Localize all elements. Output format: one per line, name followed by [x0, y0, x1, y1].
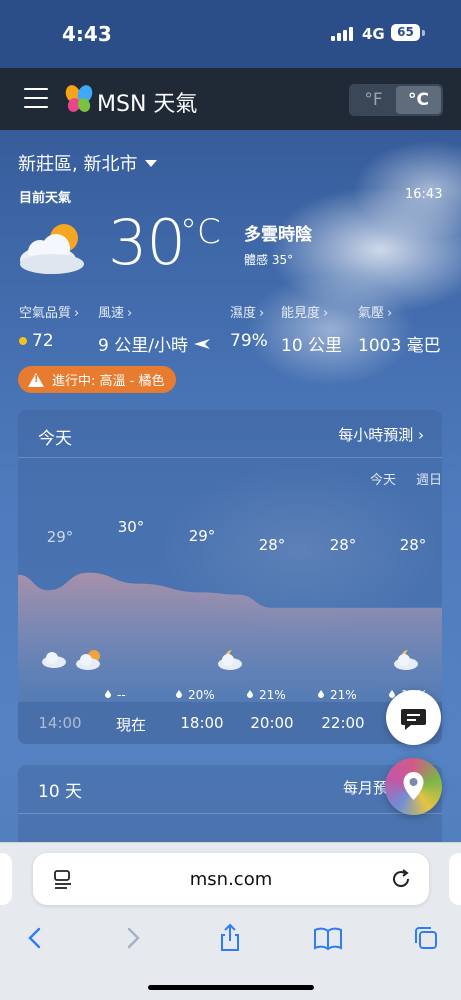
metric-air-quality[interactable]: 空氣品質 › 72: [19, 302, 79, 351]
unit-celsius-button[interactable]: °C: [396, 86, 441, 114]
url-text: msn.com: [189, 869, 273, 890]
temperature-area: [18, 572, 442, 702]
battery-cap: [422, 30, 425, 36]
tabs-icon[interactable]: [411, 923, 441, 953]
temperature-label: 29°: [47, 528, 74, 546]
temperature-label: 28°: [400, 536, 427, 554]
chevron-right-icon: ›: [418, 426, 424, 444]
app-header: MSN 天氣 °F °C: [0, 68, 461, 130]
unit-toggle[interactable]: °F °C: [349, 84, 443, 116]
alert-text: 進行中: 高溫 - 橘色: [52, 374, 165, 389]
reload-icon[interactable]: [389, 867, 413, 891]
chevron-down-icon: [145, 159, 158, 167]
precip-label: 21%: [330, 688, 357, 702]
unit-fahrenheit-button[interactable]: °F: [351, 86, 396, 114]
chevron-right-icon: ›: [323, 306, 329, 321]
temperature-label: 28°: [259, 536, 286, 554]
precip-label: --: [117, 688, 126, 702]
ten-day-title: 10 天: [38, 782, 83, 802]
temperature-label: 29°: [189, 527, 216, 545]
current-weather-label: 目前天氣: [19, 191, 72, 206]
hour-label: 22:00: [321, 714, 365, 732]
chat-icon: [401, 709, 426, 730]
metric-value: 1003 毫巴: [358, 336, 441, 356]
metric-label: 濕度: [230, 306, 257, 321]
feedback-button[interactable]: [386, 690, 441, 745]
temperature-label: 30°: [118, 518, 145, 536]
back-icon[interactable]: [20, 923, 50, 953]
browser-toolbar: [0, 919, 461, 959]
hour-label: 18:00: [180, 714, 224, 732]
status-time: 4:43: [62, 22, 112, 46]
metric-value: 72: [32, 331, 54, 351]
chevron-right-icon: ›: [74, 306, 80, 321]
signal-icon: [331, 27, 353, 41]
metric-wind[interactable]: 風速 › 9 公里/小時: [98, 302, 211, 356]
divider: [18, 813, 442, 814]
chevron-right-icon: ›: [259, 306, 265, 321]
metric-label: 能見度: [281, 306, 321, 321]
precip-label: 20%: [188, 688, 215, 702]
today-forecast-card: 今天 每小時預測 › 今天 週日 29° 30° 29° 28° 28° 28° -- 20%…: [18, 410, 442, 744]
feels-like: 體感 35°: [244, 253, 294, 267]
home-indicator: [148, 985, 314, 990]
metric-value: 9 公里/小時: [98, 336, 188, 356]
metric-value: 79%: [230, 331, 268, 351]
next-tab[interactable]: [449, 853, 461, 905]
chevron-right-icon: ›: [387, 306, 393, 321]
hour-label: 現在: [115, 716, 146, 734]
msn-logo-icon: [65, 85, 93, 112]
precip-label: 21%: [259, 688, 286, 702]
forward-icon[interactable]: [118, 923, 148, 953]
metric-value: 10 公里: [281, 336, 343, 356]
metric-label: 風速: [98, 306, 125, 321]
current-temperature: 30: [108, 206, 186, 279]
temperature-label: 28°: [330, 536, 357, 554]
hour-label: 14:00: [38, 714, 82, 732]
aqi-dot-icon: [19, 337, 27, 345]
monthly-forecast-link[interactable]: 每月預: [343, 777, 388, 798]
location-selector[interactable]: 新莊區, 新北市: [18, 150, 158, 176]
today-title: 今天: [38, 429, 72, 449]
address-bar[interactable]: msn.com: [33, 853, 429, 905]
link-label: 每小時預測: [338, 426, 414, 444]
map-button[interactable]: [385, 758, 442, 815]
temperature-unit: °C: [180, 212, 221, 252]
hourly-forecast-link[interactable]: 每小時預測 ›: [338, 424, 424, 445]
share-icon[interactable]: [215, 923, 245, 953]
metric-humidity[interactable]: 濕度 › 79%: [230, 302, 268, 351]
weather-alert-badge[interactable]: 進行中: 高溫 - 橘色: [18, 366, 177, 393]
warning-icon: [28, 372, 44, 387]
metric-label: 氣壓: [358, 306, 385, 321]
card-header: 今天 每小時預測 ›: [18, 410, 442, 458]
metric-label: 空氣品質: [19, 306, 72, 321]
location-pin-icon: [403, 772, 424, 800]
hours-row: 14:00 現在 18:00 20:00 22:00: [18, 702, 442, 744]
battery-icon: 65: [391, 24, 420, 41]
bookmarks-icon[interactable]: [313, 923, 343, 953]
location-name: 新莊區, 新北市: [18, 154, 138, 175]
metric-pressure[interactable]: 氣壓 › 1003 毫巴: [358, 302, 441, 356]
metric-visibility[interactable]: 能見度 › 10 公里: [281, 302, 342, 356]
hour-label: 20:00: [250, 714, 294, 732]
previous-tab[interactable]: [0, 853, 12, 905]
wind-direction-icon: [193, 338, 210, 349]
status-bar: 4:43 4G 65: [0, 0, 461, 68]
current-time: 16:43: [405, 187, 443, 202]
condition-text: 多雲時陰: [244, 225, 312, 245]
browser-bar: msn.com: [0, 842, 461, 1000]
chevron-right-icon: ›: [127, 306, 133, 321]
partly-cloudy-icon: [20, 224, 84, 274]
menu-icon[interactable]: [24, 88, 48, 108]
hourly-temperature-chart: 29°30°29°28°28°28°--20%21%21%17%: [18, 518, 442, 702]
app-title: MSN 天氣: [97, 92, 198, 117]
network-type: 4G: [362, 25, 385, 43]
